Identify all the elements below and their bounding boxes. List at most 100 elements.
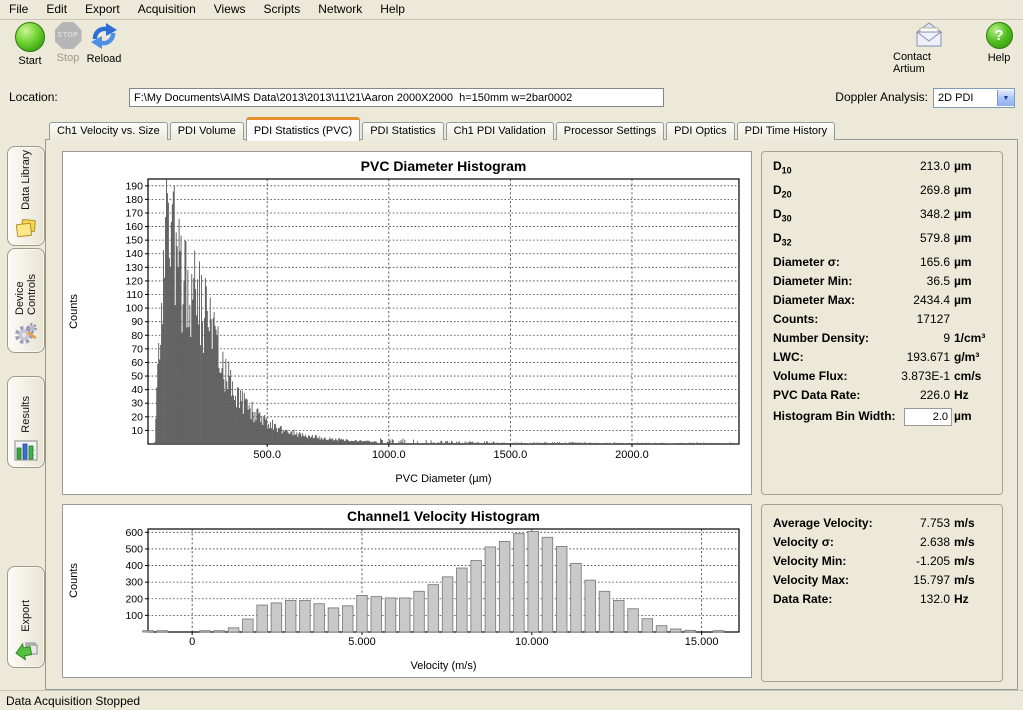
location-row: Location: Doppler Analysis: 2D PDI ▼ [0, 86, 1023, 110]
svg-text:400: 400 [125, 560, 143, 572]
stat-row: D10 213.0 µm [762, 158, 1002, 182]
help-icon: ? [986, 22, 1013, 49]
stat-row: Diameter Min: 36.5 µm [762, 273, 1002, 292]
bin-width-label: Histogram Bin Width: [773, 409, 896, 423]
bin-width-input[interactable] [904, 408, 952, 426]
svg-text:5.000: 5.000 [348, 636, 376, 648]
menu-item[interactable]: Acquisition [129, 0, 205, 19]
menu-item[interactable]: File [0, 0, 37, 19]
sidebar-item-results[interactable]: Results [7, 376, 45, 468]
contact-artium-label: Contact Artium [893, 51, 965, 75]
menu-item[interactable]: Edit [37, 0, 76, 19]
svg-text:90: 90 [131, 316, 143, 328]
sidebar-item-data-library[interactable]: Data Library [7, 146, 45, 246]
tab[interactable]: Ch1 PDI Validation [446, 122, 554, 140]
tab[interactable]: Ch1 Velocity vs. Size [49, 122, 168, 140]
reload-label: Reload [87, 53, 122, 65]
stat-unit: µm [954, 207, 972, 221]
sidebar-item-device-controls[interactable]: Device Controls [7, 248, 45, 353]
pvc-diameter-histogram-panel: 1020304050607080901001101201301401501601… [62, 151, 752, 495]
export-arrow-icon [14, 639, 38, 661]
start-icon [15, 22, 45, 52]
svg-text:40: 40 [131, 384, 143, 396]
bar-chart-icon [14, 440, 38, 461]
stat-unit: Hz [954, 592, 969, 606]
sidebar-item-export[interactable]: Export [7, 566, 45, 668]
menu-item[interactable]: Export [76, 0, 129, 19]
svg-text:1000.0: 1000.0 [372, 449, 406, 461]
help-button[interactable]: ? Help [981, 22, 1017, 64]
location-input[interactable] [129, 88, 664, 107]
svg-text:500.0: 500.0 [253, 449, 281, 461]
stat-unit: cm/s [954, 369, 981, 383]
stat-row: Data Rate: 132.0 Hz [762, 591, 1002, 610]
tab[interactable]: PDI Statistics (PVC) [246, 117, 360, 141]
stat-unit: m/s [954, 516, 975, 530]
svg-text:50: 50 [131, 371, 143, 383]
stat-value: 579.8 [920, 231, 950, 245]
stat-value: 2434.4 [913, 293, 950, 307]
stat-value: -1.205 [916, 554, 950, 568]
svg-text:600: 600 [125, 527, 143, 539]
stat-unit: m/s [954, 535, 975, 549]
tab[interactable]: PDI Volume [170, 122, 244, 140]
stat-value: 9 [943, 331, 950, 345]
stat-value: 269.8 [920, 183, 950, 197]
svg-text:PVC Diameter (µm): PVC Diameter (µm) [395, 473, 491, 485]
svg-text:100: 100 [125, 610, 143, 622]
tab[interactable]: Processor Settings [556, 122, 664, 140]
reload-button[interactable]: Reload [78, 22, 130, 65]
svg-text:110: 110 [126, 289, 143, 301]
stat-value: 2.638 [920, 535, 950, 549]
stat-value: 132.0 [920, 592, 950, 606]
stat-unit: µm [954, 293, 972, 307]
tab-strip: Ch1 Velocity vs. SizePDI VolumePDI Stati… [49, 119, 837, 140]
stat-row: Velocity Min: -1.205 m/s [762, 553, 1002, 572]
svg-text:Counts: Counts [68, 563, 80, 598]
chevron-down-icon[interactable]: ▼ [997, 90, 1014, 106]
svg-text:PVC Diameter Histogram: PVC Diameter Histogram [361, 158, 527, 174]
folders-icon [14, 217, 38, 239]
stat-unit: µm [954, 231, 972, 245]
svg-text:60: 60 [131, 357, 143, 369]
status-text: Data Acquisition Stopped [6, 694, 140, 708]
svg-text:Velocity (m/s): Velocity (m/s) [410, 660, 476, 672]
tab[interactable]: PDI Statistics [362, 122, 443, 140]
stat-unit: µm [954, 159, 972, 173]
menu-item[interactable]: Help [371, 0, 414, 19]
svg-text:Channel1 Velocity Histogram: Channel1 Velocity Histogram [347, 508, 540, 524]
svg-text:120: 120 [125, 275, 143, 287]
doppler-analysis-label: Doppler Analysis: [835, 90, 928, 104]
menu-item[interactable]: Views [205, 0, 255, 19]
location-label: Location: [9, 90, 58, 104]
velocity-statistics-box: Average Velocity: 7.753 m/s Velocity σ: … [761, 504, 1003, 682]
svg-text:70: 70 [131, 343, 143, 355]
stat-value: 3.873E-1 [901, 369, 950, 383]
status-bar: Data Acquisition Stopped [0, 690, 1023, 710]
contact-artium-button[interactable]: Contact Artium [893, 22, 965, 75]
toolbar: Start STOP Stop Reload Contact Artium [0, 20, 1023, 84]
svg-text:1500.0: 1500.0 [494, 449, 528, 461]
stat-row: PVC Data Rate: 226.0 Hz [762, 387, 1002, 406]
start-label: Start [18, 55, 41, 67]
tab[interactable]: PDI Time History [737, 122, 836, 140]
envelope-icon [913, 22, 945, 48]
svg-text:0: 0 [189, 636, 195, 648]
doppler-analysis-select[interactable]: 2D PDI ▼ [933, 88, 1015, 108]
stat-value: 226.0 [920, 388, 950, 402]
tab[interactable]: PDI Optics [666, 122, 735, 140]
reload-icon [90, 22, 118, 50]
menu-item[interactable]: Scripts [255, 0, 310, 19]
svg-text:150: 150 [125, 235, 143, 247]
pvc-diameter-histogram-chart: 1020304050607080901001101201301401501601… [63, 152, 751, 494]
menu-item[interactable]: Network [309, 0, 371, 19]
stat-row: D30 348.2 µm [762, 206, 1002, 230]
stat-unit: µm [954, 183, 972, 197]
svg-text:10.000: 10.000 [515, 636, 549, 648]
svg-text:130: 130 [125, 262, 143, 274]
stat-row: Diameter σ: 165.6 µm [762, 254, 1002, 273]
svg-text:200: 200 [125, 593, 143, 605]
svg-text:20: 20 [131, 411, 143, 423]
stat-unit: µm [954, 255, 972, 269]
stat-row: D20 269.8 µm [762, 182, 1002, 206]
